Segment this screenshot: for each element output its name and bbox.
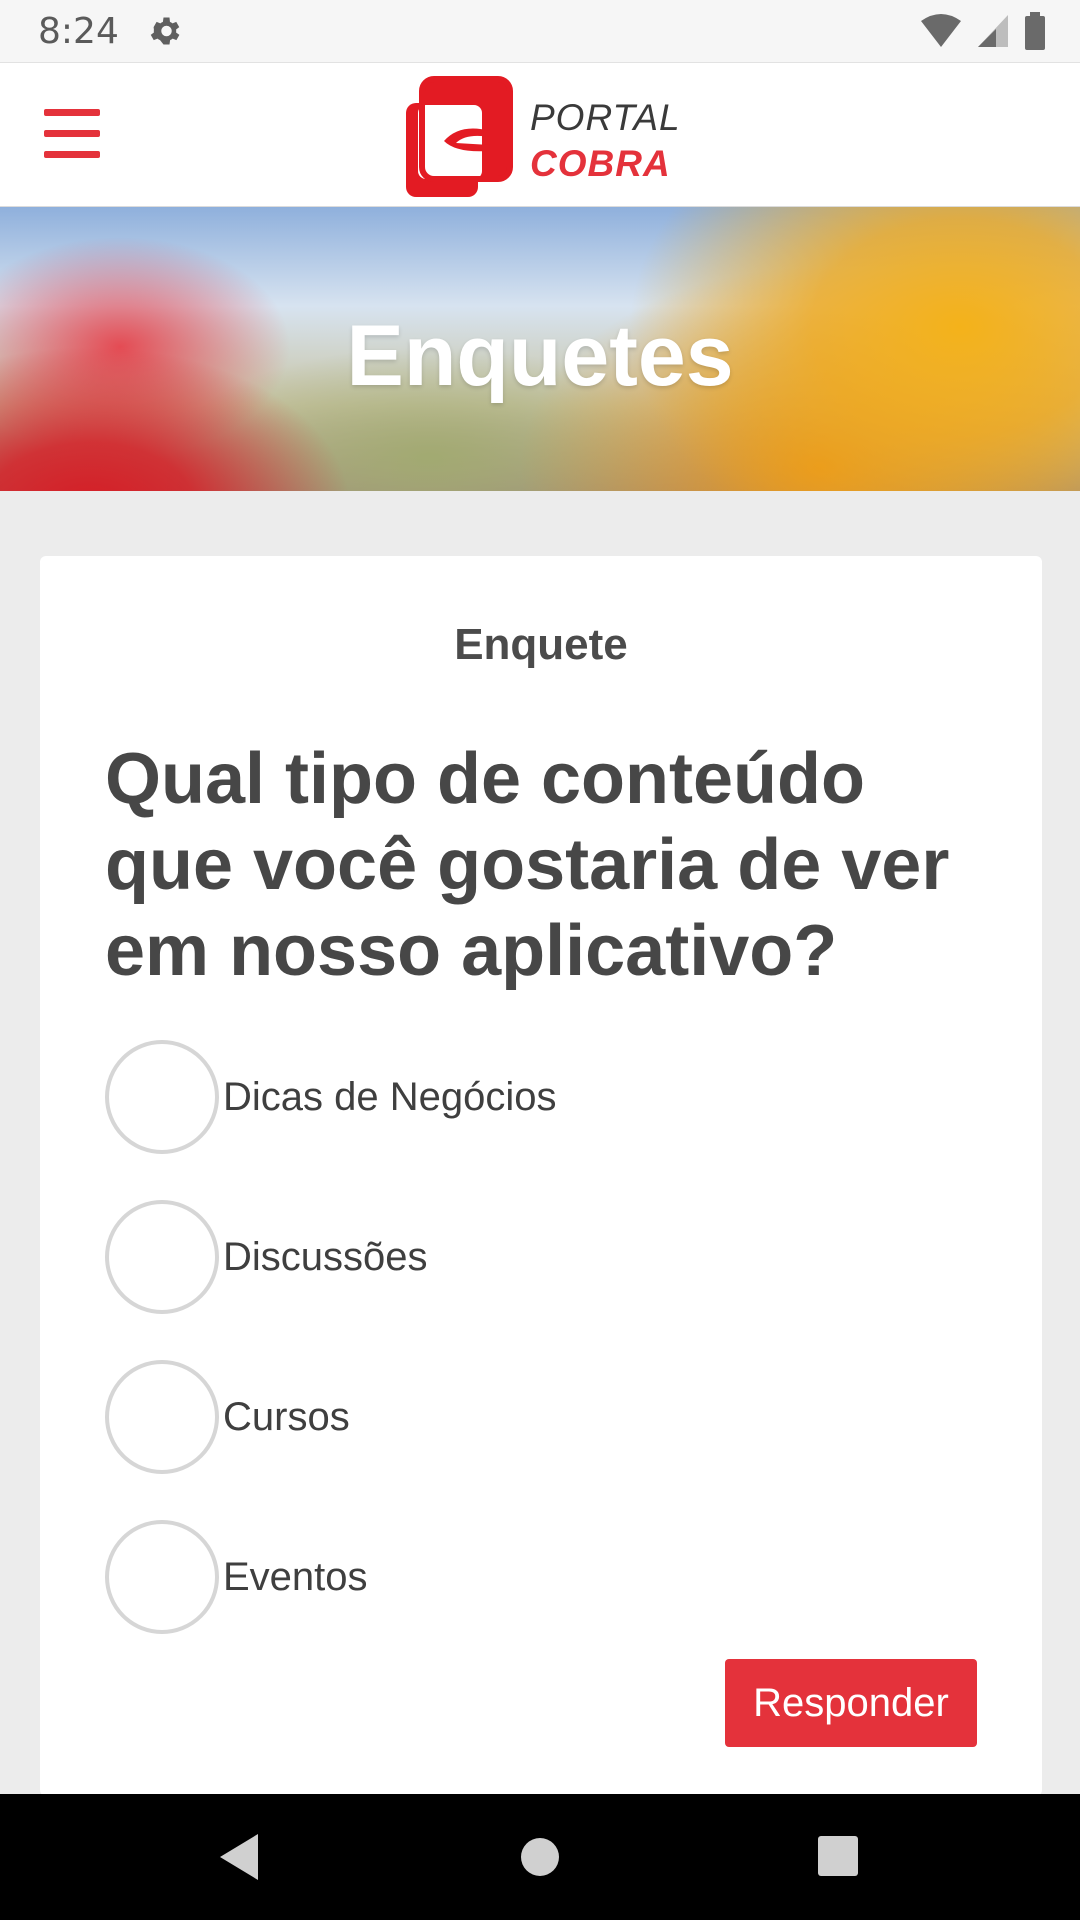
page-title: Enquetes [346,308,734,404]
poll-option[interactable]: Cursos [105,1359,805,1475]
logo-text-cobra: COBRA [530,143,671,184]
app-header: PORTAL COBRA [0,62,1080,207]
poll-option[interactable]: Eventos [105,1519,805,1635]
hero-banner: Enquetes [0,207,1080,491]
poll-option[interactable]: Dicas de Negócios [105,1039,805,1155]
poll-option-label: Discussões [223,1234,428,1279]
home-icon[interactable] [520,1830,560,1884]
poll-option[interactable]: Discussões [105,1199,805,1315]
radio-button[interactable] [105,1520,219,1634]
radio-button[interactable] [105,1360,219,1474]
recents-icon[interactable] [817,1830,859,1884]
poll-option-label: Eventos [223,1554,368,1599]
poll-option-label: Cursos [223,1394,350,1439]
poll-option-label: Dicas de Negócios [223,1074,557,1119]
radio-button[interactable] [105,1200,219,1314]
radio-button[interactable] [105,1040,219,1154]
navigation-bar [0,1794,1080,1920]
hamburger-menu-icon[interactable] [44,109,100,159]
poll-label: Enquete [454,620,628,669]
portal-cobra-logo: PORTAL COBRA [404,75,694,199]
battery-icon [1025,12,1045,50]
signal-icon [978,15,1008,47]
back-icon[interactable] [214,1830,264,1884]
logo-mark-icon [406,76,513,197]
poll-question: Qual tipo de conteúdo que você gostaria … [105,739,950,991]
status-bar: 8:24 [0,0,1080,62]
poll-card: Enquete Qual tipo de conteúdo que você g… [40,556,1042,1796]
submit-button[interactable]: Responder [725,1659,977,1747]
wifi-icon [921,14,961,47]
status-time: 8:24 [38,10,119,52]
gear-icon [150,17,180,45]
logo-text-portal: PORTAL [530,97,681,138]
